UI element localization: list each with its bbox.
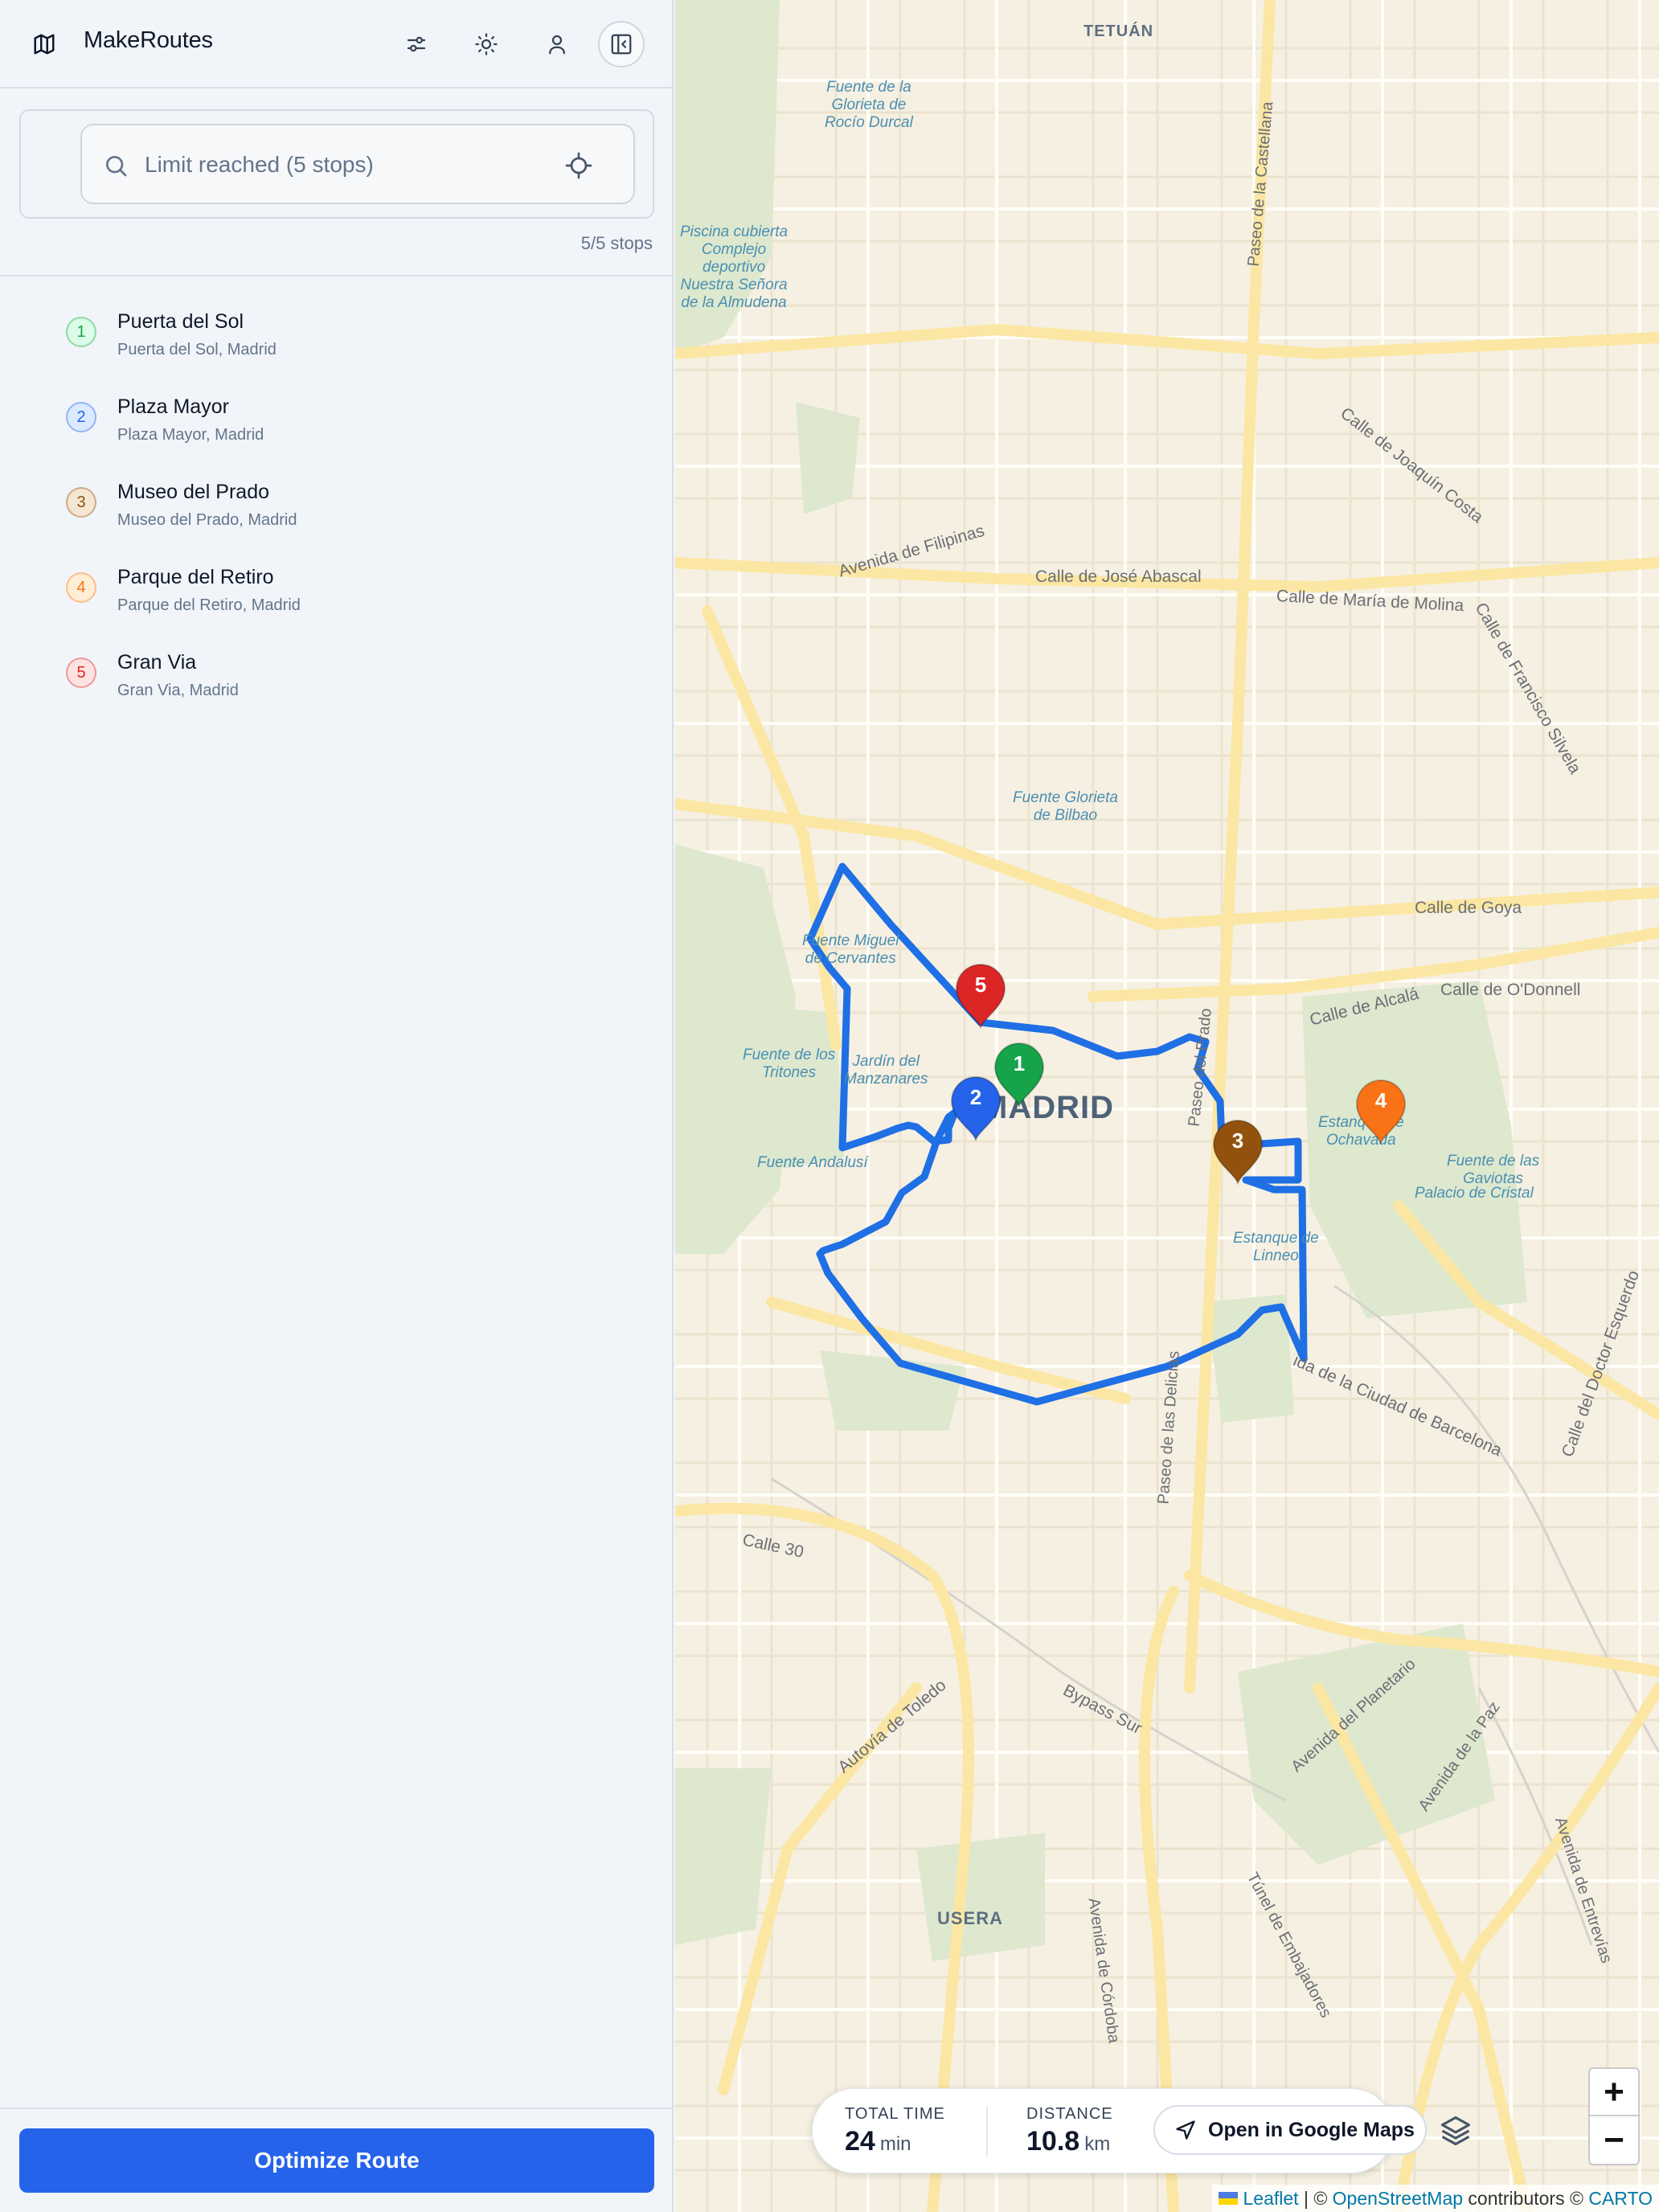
stop-address: Gran Via, Madrid: [117, 682, 239, 699]
map-marker-2[interactable]: 2: [948, 1074, 1003, 1143]
user-icon: [549, 35, 565, 55]
stop-name: Gran Via: [117, 651, 197, 674]
stop-name: Plaza Mayor: [117, 395, 229, 418]
map-tiles[interactable]: [675, 0, 1659, 2212]
marker-number: 1: [1013, 1051, 1026, 1075]
distance-label: DISTANCE: [1026, 2105, 1113, 2123]
poi-label: Palacio de Cristal: [1415, 1185, 1534, 1202]
theme-toggle-button[interactable]: [463, 21, 510, 68]
distance-unit: km: [1084, 2133, 1111, 2155]
map-marker-4[interactable]: 4: [1354, 1077, 1408, 1146]
sliders-icon: [407, 36, 426, 52]
poi-label: Piscina cubierta Complejo deportivo Nuestra…: [680, 223, 789, 311]
map-view[interactable]: TETUÁN MADRID USERA Paseo de la Castella…: [675, 0, 1659, 2212]
header-bar: MakeRoutes: [0, 0, 672, 88]
poi-label: Fuente de los Tritones: [743, 1047, 836, 1081]
time-number: 24: [845, 2126, 875, 2157]
crosshair-icon[interactable]: [564, 151, 593, 180]
account-button[interactable]: [534, 21, 580, 68]
marker-number: 2: [969, 1085, 982, 1109]
stop-number-badge: 3: [66, 487, 96, 518]
divider: [0, 275, 672, 276]
divider: [0, 2108, 672, 2109]
poi-label: Fuente Andalusí: [757, 1154, 868, 1171]
search-box: [80, 124, 635, 204]
poi-label: Fuente Glorieta de Bilbao: [1013, 789, 1118, 824]
stop-address: Parque del Retiro, Madrid: [117, 596, 301, 614]
map-attribution: Leaflet | © OpenStreetMap contributors ©…: [1212, 2185, 1659, 2212]
stop-number-badge: 4: [66, 572, 96, 603]
sidebar: MakeRoutes Limit reached (5 stops) 5/5 s…: [0, 0, 674, 2212]
carto-link[interactable]: CARTO: [1588, 2188, 1653, 2210]
poi-label: Jardín del Manzanares: [844, 1053, 928, 1088]
stop-list-item[interactable]: 1 Puerta del Sol Puerta del Sol, Madrid: [0, 297, 672, 378]
optimize-route-button[interactable]: Optimize Route: [19, 2128, 654, 2193]
attribution-copyright: ©: [1313, 2187, 1328, 2209]
street-label: Calle de O'Donnell: [1440, 981, 1581, 999]
total-time-value: 24 min: [845, 2126, 911, 2157]
street-label: Calle de José Abascal: [1035, 567, 1202, 586]
poi-label: Estanque de Linneo: [1233, 1230, 1319, 1264]
stop-count: 5/5 stops: [580, 233, 653, 253]
map-marker-5[interactable]: 5: [953, 961, 1008, 1030]
settings-button[interactable]: [393, 21, 440, 68]
search-icon: [106, 156, 127, 177]
stop-name: Puerta del Sol: [117, 310, 244, 333]
navigation-icon: [1176, 2120, 1195, 2140]
marker-number: 4: [1374, 1088, 1387, 1112]
zoom-control: + −: [1588, 2067, 1640, 2165]
district-label: TETUÁN: [1083, 23, 1154, 40]
app-title: MakeRoutes: [84, 27, 213, 53]
marker-number: 3: [1231, 1129, 1244, 1153]
zoom-out-button[interactable]: −: [1590, 2116, 1638, 2164]
attribution-contributors: contributors ©: [1468, 2187, 1583, 2209]
stop-list-item[interactable]: 5 Gran Via Gran Via, Madrid: [0, 638, 672, 719]
stop-address: Museo del Prado, Madrid: [117, 511, 297, 529]
total-time-label: TOTAL TIME: [845, 2105, 945, 2123]
osm-link[interactable]: OpenStreetMap: [1333, 2188, 1463, 2210]
stop-name: Parque del Retiro: [117, 566, 274, 588]
street-label: Calle de Goya: [1415, 899, 1522, 917]
open-google-maps-label: Open in Google Maps: [1208, 2118, 1415, 2141]
stop-list-item[interactable]: 4 Parque del Retiro Parque del Retiro, Mad…: [0, 553, 672, 633]
poi-label: Fuente de la Glorieta de Rocío Durcal: [825, 79, 913, 131]
panel-left-icon: [611, 34, 632, 55]
stop-address: Plaza Mayor, Madrid: [117, 426, 264, 444]
zoom-in-button[interactable]: +: [1590, 2069, 1638, 2116]
divider: [986, 2107, 988, 2157]
route-stats-panel: TOTAL TIME 24 min DISTANCE 10.8 km Open in…: [812, 2088, 1471, 2173]
stop-address: Puerta del Sol, Madrid: [117, 341, 276, 358]
stop-number-badge: 1: [66, 317, 96, 347]
time-unit: min: [879, 2133, 911, 2155]
stop-list-item[interactable]: 2 Plaza Mayor Plaza Mayor, Madrid: [0, 383, 672, 463]
open-google-maps-button[interactable]: Open in Google Maps: [1153, 2105, 1427, 2155]
distance-number: 10.8: [1026, 2126, 1080, 2157]
poi-label: Fuente de las Gaviotas: [1447, 1153, 1540, 1187]
leaflet-link[interactable]: Leaflet: [1243, 2188, 1298, 2210]
stop-name: Museo del Prado: [117, 481, 270, 503]
sun-icon: [475, 33, 498, 55]
search-input[interactable]: [145, 145, 547, 185]
marker-number: 5: [974, 973, 987, 997]
search-card: [19, 109, 654, 219]
ukraine-flag-icon: [1219, 2192, 1239, 2205]
map-marker-3[interactable]: 3: [1210, 1117, 1265, 1186]
stop-number-badge: 2: [66, 402, 96, 432]
collapse-sidebar-button[interactable]: [598, 21, 645, 68]
map-icon: [34, 34, 55, 55]
distance-value: 10.8 km: [1026, 2126, 1110, 2157]
stop-number-badge: 5: [66, 657, 96, 688]
poi-label: Fuente Miguel de Cervantes: [802, 932, 899, 967]
district-label: USERA: [937, 1908, 1004, 1928]
stop-list-item[interactable]: 3 Museo del Prado Museo del Prado, Madrid: [0, 468, 672, 548]
layers-icon[interactable]: [1438, 2113, 1473, 2149]
